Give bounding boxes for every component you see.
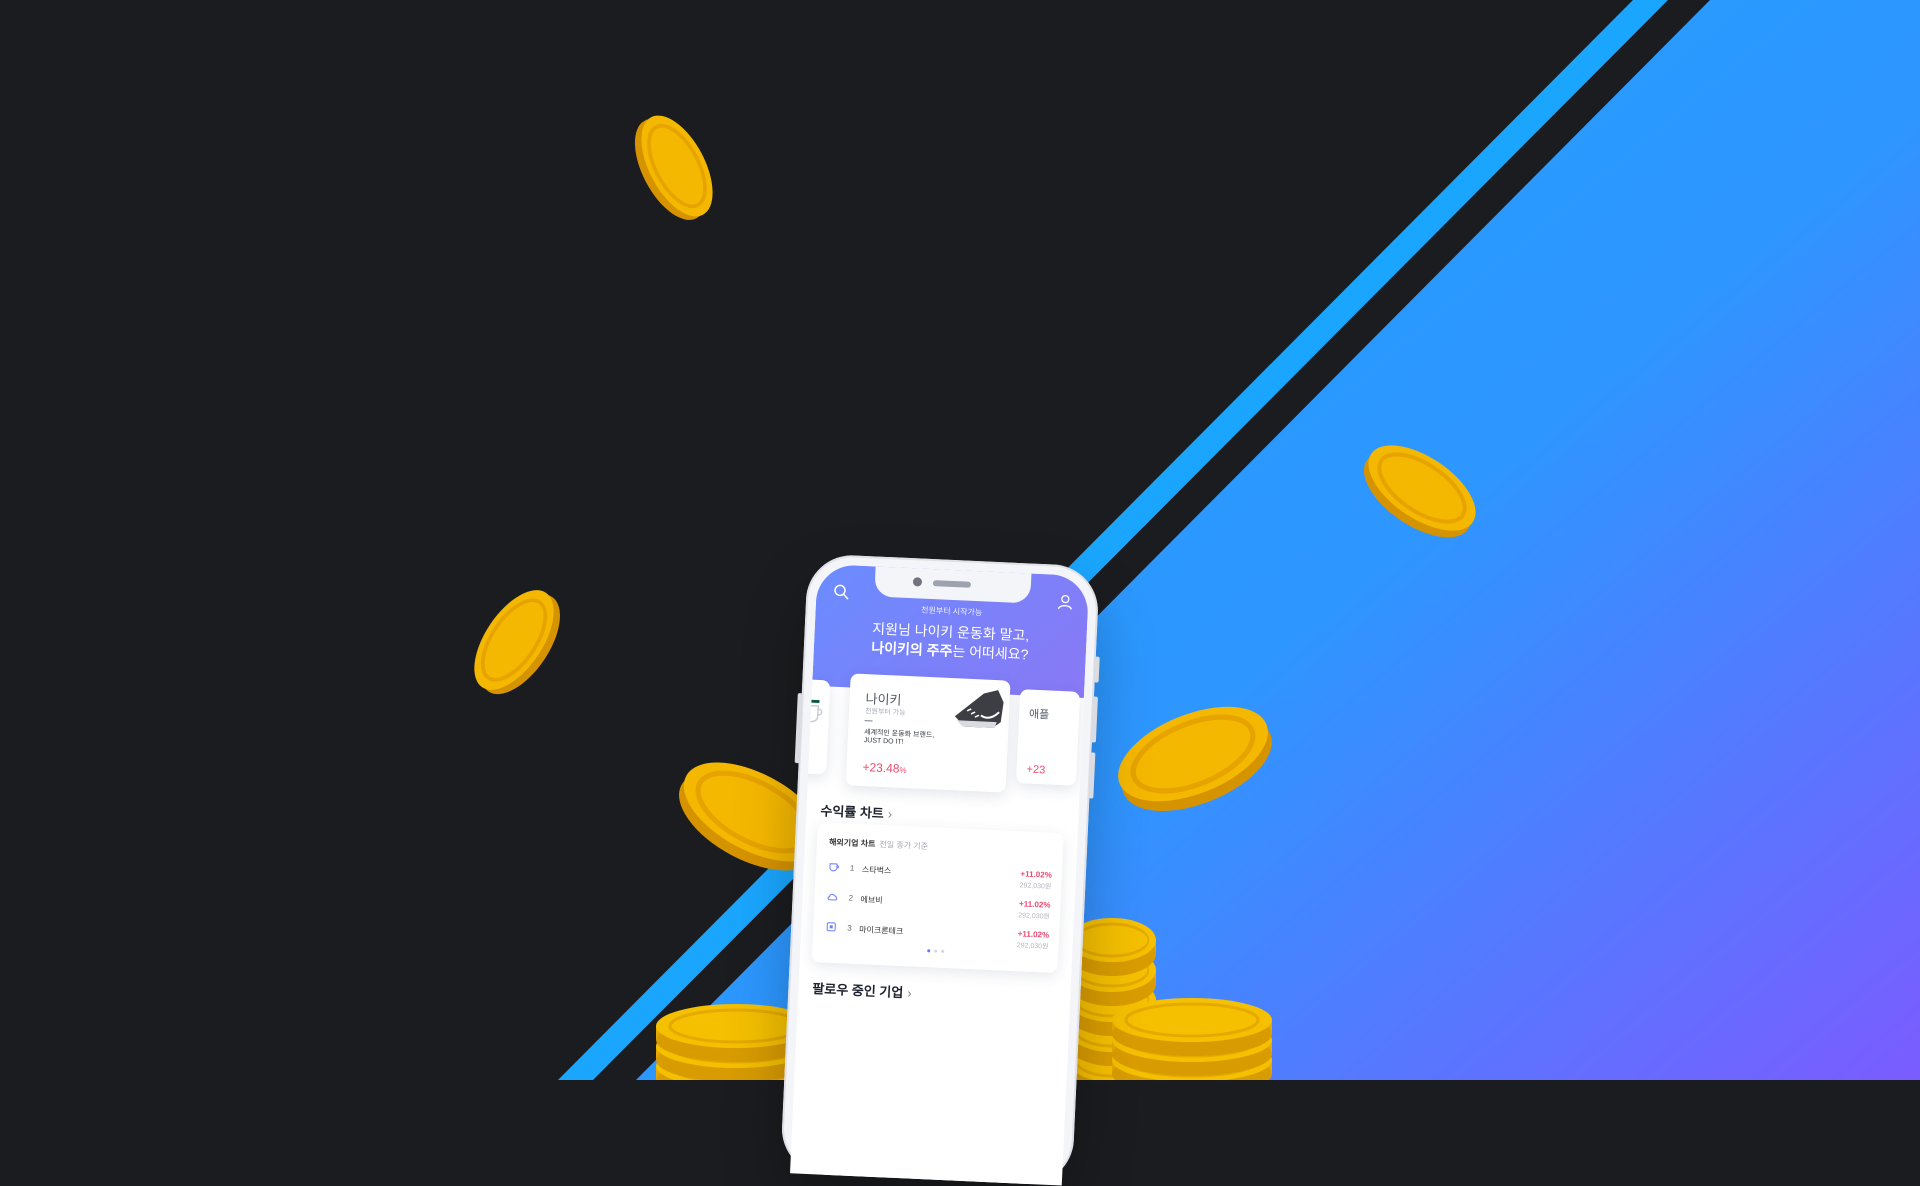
ranking-price: 292,030원 [1018, 912, 1051, 921]
stock-card-name: 애플 [1028, 708, 1050, 722]
phone-mockup: 천원부터 시작가능 지원님 나이키 운동화 말고, 나이키의 주주는 어떠세요?… [780, 553, 1100, 1186]
stock-card-change-unit: % [899, 765, 907, 776]
chevron-right-icon: › [887, 806, 893, 822]
sneaker-icon [954, 690, 1004, 729]
ranking-rank: 2 [848, 893, 854, 903]
speaker-icon [932, 580, 972, 588]
following-section-title[interactable]: 팔로우 중인 기업 › [812, 978, 912, 1001]
divider [864, 720, 873, 722]
returns-section-title[interactable]: 수익률 차트 › [820, 800, 893, 822]
ranking-change: +11.02% [1018, 899, 1051, 910]
stock-card-sub: 천원부터 가능 [864, 708, 906, 717]
header-headline-bold: 나이키의 주주 [870, 639, 953, 660]
app-screen: 천원부터 시작가능 지원님 나이키 운동화 말고, 나이키의 주주는 어떠세요?… [790, 563, 1090, 1186]
chart-card-title-text: 해외기업 차트 [828, 837, 876, 849]
ranking-price: 292,030원 [1019, 882, 1052, 891]
returns-section-title-text: 수익률 차트 [820, 803, 885, 822]
ranking-change: +11.02% [1017, 929, 1050, 940]
cloud-icon [827, 893, 838, 901]
chip-icon [826, 922, 836, 932]
stock-card-change: +23 [1026, 763, 1046, 777]
ranking-company: 마이크론테크 [858, 925, 904, 937]
chart-card-title: 해외기업 차트 전일 종가 기준 [829, 837, 928, 852]
ranking-company: 에브비 [860, 895, 883, 906]
stock-card-desc-line2: JUST DO IT! [863, 737, 904, 746]
ranking-company: 스타벅스 [861, 865, 892, 876]
stock-card-change: +23.48% [862, 760, 907, 776]
following-section-title-text: 팔로우 중인 기업 [812, 981, 904, 1001]
page-dot-active[interactable] [926, 949, 930, 953]
stock-card-next[interactable]: 애플 +23 [1015, 689, 1081, 786]
chevron-right-icon: › [906, 985, 912, 1001]
ranking-rank: 1 [849, 863, 855, 873]
chart-card-subtitle: 전일 종가 기준 [879, 839, 929, 852]
ranking-change: +11.02% [1020, 869, 1053, 880]
page-dot[interactable] [940, 949, 944, 953]
coffee-cup-icon [829, 863, 839, 872]
coffee-cup-icon [801, 699, 823, 723]
camera-icon [912, 577, 923, 587]
header-headline-rest: 는 어떠세요? [952, 643, 1029, 663]
page-dot[interactable] [933, 949, 937, 953]
returns-chart-card: 해외기업 차트 전일 종가 기준 1 스타벅스 +11.02% 292,030원 … [811, 822, 1064, 974]
stock-card-featured[interactable]: 나이키 천원부터 가능 세계적인 운동화 브랜드, JUST DO IT! +2… [845, 673, 1011, 793]
ranking-rank: 3 [846, 923, 852, 933]
stock-card-change-value: +23.48 [862, 760, 900, 776]
search-icon[interactable] [832, 583, 851, 602]
user-icon[interactable] [1056, 593, 1075, 612]
